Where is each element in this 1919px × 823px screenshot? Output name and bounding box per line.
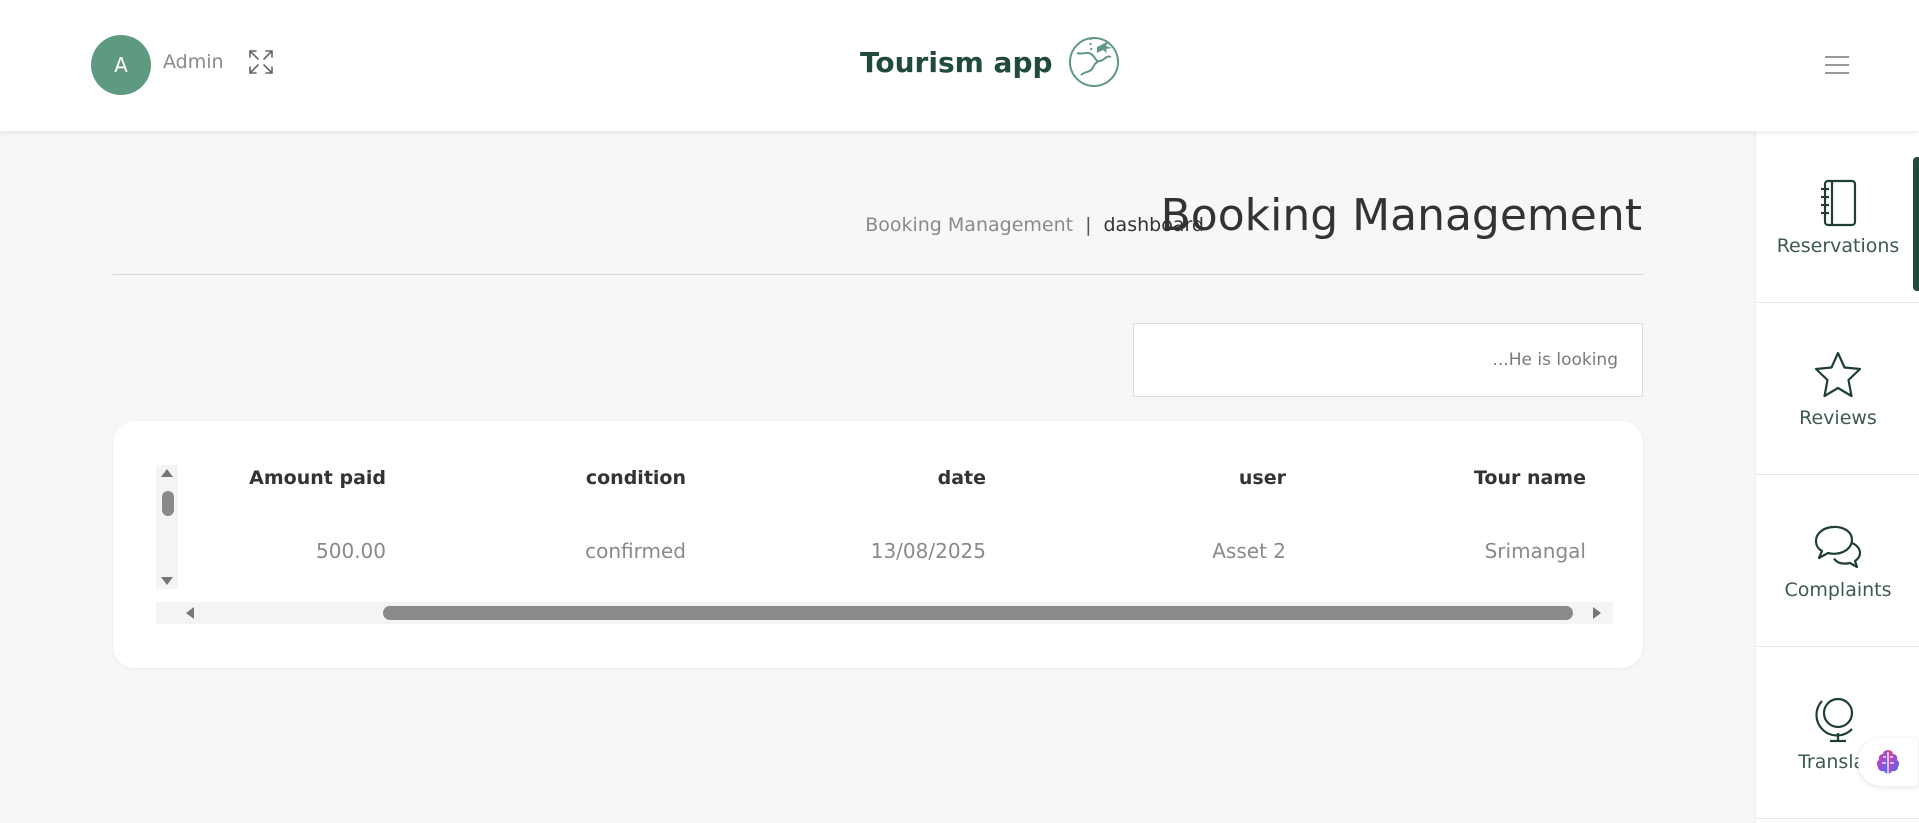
sidebar-item-label: Reviews bbox=[1799, 406, 1877, 429]
active-indicator bbox=[1913, 157, 1919, 291]
avatar-initial: A bbox=[114, 53, 128, 77]
breadcrumb: Booking Management | dashboard bbox=[865, 214, 1204, 236]
right-sidebar: Reservations Reviews Complaints Translat… bbox=[1755, 131, 1919, 823]
scroll-left-arrow-icon[interactable] bbox=[186, 607, 194, 619]
sidebar-item-label: Reservations bbox=[1776, 234, 1900, 257]
horizontal-scrollbar[interactable] bbox=[156, 602, 1613, 624]
column-header-date[interactable]: date bbox=[746, 467, 986, 489]
chat-bubbles-icon bbox=[1814, 525, 1862, 568]
column-header-condition[interactable]: condition bbox=[446, 467, 686, 489]
brain-icon bbox=[1876, 750, 1900, 774]
notebook-icon bbox=[1821, 179, 1857, 226]
sidebar-item-translation[interactable]: Translati bbox=[1756, 647, 1919, 819]
cell-amount-paid: 500.00 bbox=[316, 539, 386, 563]
user-name: Admin bbox=[163, 51, 224, 73]
cell-tour-name: Srimangal bbox=[1484, 539, 1586, 563]
breadcrumb-current[interactable]: dashboard bbox=[1103, 214, 1204, 236]
sidebar-item-label: Complaints bbox=[1784, 578, 1892, 601]
column-header-user[interactable]: user bbox=[1046, 467, 1286, 489]
globe-stand-icon bbox=[1815, 697, 1854, 742]
scroll-up-arrow-icon[interactable] bbox=[161, 469, 173, 477]
column-header-amount-paid[interactable]: Amount paid bbox=[146, 467, 386, 489]
page-title: Booking Management bbox=[1160, 190, 1642, 241]
hamburger-menu-icon[interactable] bbox=[1823, 54, 1851, 76]
vertical-scrollbar[interactable] bbox=[156, 465, 178, 589]
cell-condition: confirmed bbox=[585, 539, 686, 563]
brand-title: Tourism app bbox=[860, 45, 1053, 79]
title-divider bbox=[113, 274, 1643, 275]
sidebar-item-complaints[interactable]: Complaints bbox=[1756, 475, 1919, 647]
breadcrumb-separator: | bbox=[1085, 214, 1092, 236]
breadcrumb-link[interactable]: Booking Management bbox=[865, 214, 1073, 236]
search-input[interactable] bbox=[1133, 323, 1643, 397]
cell-user: Asset 2 bbox=[1212, 539, 1286, 563]
scroll-right-arrow-icon[interactable] bbox=[1593, 607, 1601, 619]
horizontal-scroll-thumb[interactable] bbox=[383, 606, 1573, 620]
star-icon bbox=[1814, 351, 1862, 397]
expand-icon[interactable] bbox=[247, 48, 275, 76]
vertical-scroll-thumb[interactable] bbox=[162, 491, 174, 516]
scroll-down-arrow-icon[interactable] bbox=[161, 577, 173, 585]
sidebar-item-reviews[interactable]: Reviews bbox=[1756, 303, 1919, 475]
top-header: A Admin Tourism app bbox=[0, 0, 1919, 131]
bookings-table: Tour name user date condition Amount pai… bbox=[113, 421, 1643, 668]
cell-date: 13/08/2025 bbox=[870, 539, 986, 563]
avatar[interactable]: A bbox=[91, 35, 151, 95]
assistant-button[interactable] bbox=[1858, 738, 1918, 786]
sidebar-item-reservations[interactable]: Reservations bbox=[1756, 131, 1919, 303]
column-header-tour-name[interactable]: Tour name bbox=[1346, 467, 1586, 489]
brand: Tourism app bbox=[860, 34, 1121, 90]
globe-airplane-icon bbox=[1068, 37, 1119, 87]
